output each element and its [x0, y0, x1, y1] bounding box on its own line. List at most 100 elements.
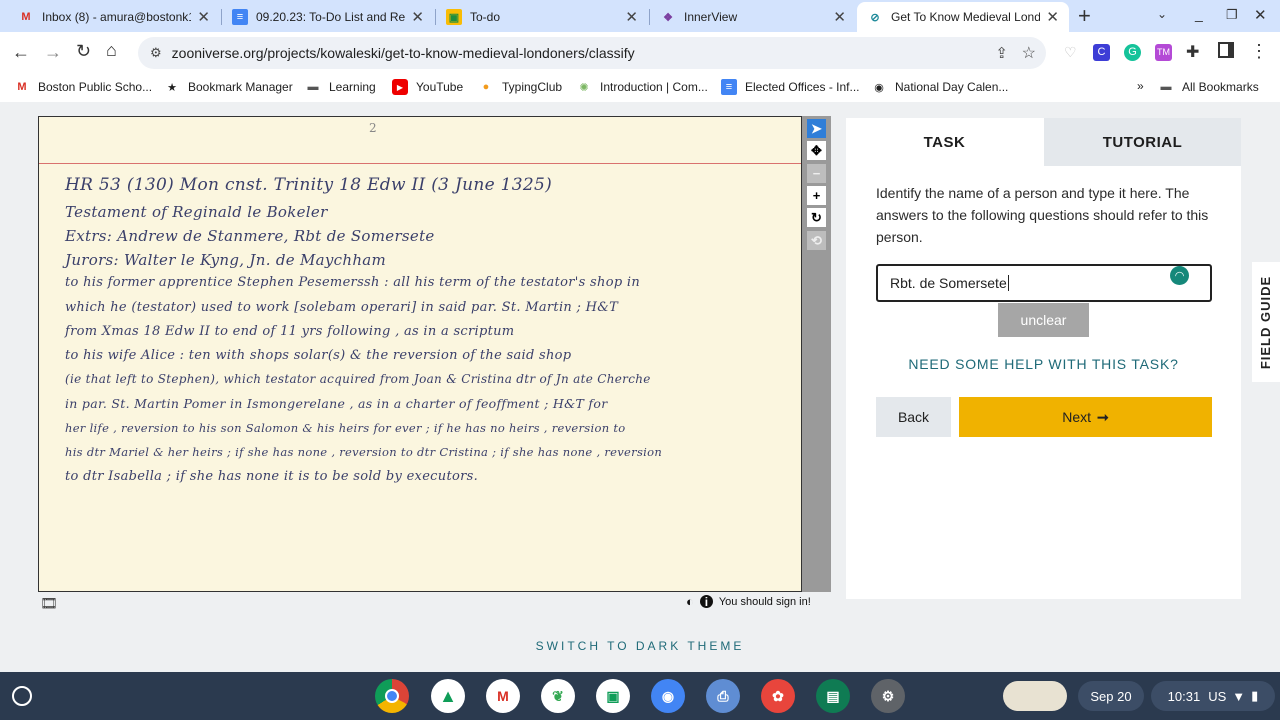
manuscript-image[interactable]: 2 HR 53 (130) Mon cnst. Trinity 18 Edw I…: [38, 116, 802, 592]
close-icon[interactable]: ✕: [197, 8, 210, 26]
bookmark-boston-public-schools[interactable]: M Boston Public Scho...: [14, 79, 152, 95]
extension-c-icon[interactable]: C: [1093, 44, 1110, 61]
drive-icon[interactable]: ▲: [431, 679, 465, 713]
tab-tutorial[interactable]: TUTORIAL: [1044, 118, 1241, 166]
menu-kebab-icon[interactable]: ⋮: [1250, 41, 1268, 62]
printer-icon[interactable]: ⎙: [706, 679, 740, 713]
gmail-app-icon[interactable]: M: [486, 679, 520, 713]
star-icon[interactable]: ☆: [1022, 43, 1036, 63]
help-link[interactable]: NEED SOME HELP WITH THIS TASK?: [876, 356, 1211, 372]
back-button[interactable]: Back: [876, 397, 951, 437]
chrome-icon[interactable]: [375, 679, 409, 713]
restore-icon[interactable]: ❐: [1226, 7, 1238, 23]
task-instruction: Identify the name of a person and type i…: [876, 185, 1209, 245]
canvas-paint-icon[interactable]: ✿: [761, 679, 795, 713]
more-bookmarks-icon[interactable]: »: [1137, 79, 1144, 93]
close-icon[interactable]: ✕: [1046, 8, 1059, 26]
manuscript-line: from Xmas 18 Edw II to end of 11 yrs fol…: [65, 324, 515, 339]
side-panel-icon[interactable]: [1218, 42, 1234, 58]
site-info-icon[interactable]: ⚙: [150, 45, 162, 61]
zooniverse-icon: ⊘: [870, 11, 880, 24]
battery-icon: ▮: [1251, 688, 1259, 703]
contrast-icon[interactable]: ◐: [686, 594, 694, 609]
manuscript-line: to his former apprentice Stephen Pesemer…: [65, 275, 641, 290]
typingclub-icon: ●: [482, 81, 490, 93]
gmail-icon: M: [17, 81, 27, 93]
manuscript-line: Jurors: Walter le Kyng, Jn. de Maychham: [65, 251, 387, 269]
manuscript-line: his dtr Mariel & her heirs ; if she has …: [65, 445, 663, 459]
manuscript-line: Extrs: Andrew de Stanmere, Rbt de Somers…: [65, 227, 435, 245]
manuscript-line: her life , reversion to his son Salomon …: [65, 421, 626, 435]
reload-icon[interactable]: ↻: [76, 41, 91, 62]
forms-icon[interactable]: ▤: [816, 679, 850, 713]
page-content: 2 HR 53 (130) Mon cnst. Trinity 18 Edw I…: [0, 102, 1280, 672]
tab-title: InnerView: [684, 10, 738, 24]
star-icon: ★: [167, 81, 177, 94]
shield-icon[interactable]: ♡: [1064, 44, 1077, 61]
minimize-icon[interactable]: _: [1195, 6, 1203, 22]
bookmark-national-day[interactable]: ◉ National Day Calen...: [871, 79, 1008, 95]
extensions-puzzle-icon[interactable]: ✚: [1186, 42, 1199, 62]
answer-input[interactable]: Rbt. de Somersete: [876, 264, 1212, 302]
classroom-icon: ▣: [446, 9, 462, 25]
status-area[interactable]: 10:31 US ▼ ▮: [1151, 681, 1275, 711]
pan-move-icon[interactable]: ✥: [807, 141, 826, 160]
tab-title: To-do: [470, 10, 501, 24]
tab-todo-list[interactable]: ≡ 09.20.23: To-Do List and Re ✕: [222, 2, 434, 32]
bookmark-learning[interactable]: ▬ Learning: [305, 79, 376, 95]
share-icon[interactable]: ⇪: [995, 44, 1008, 62]
bookmark-introduction[interactable]: ✺ Introduction | Com...: [576, 79, 707, 95]
holding-space-icon[interactable]: [1003, 681, 1067, 711]
zoom-out-icon[interactable]: −: [807, 164, 826, 183]
dark-theme-toggle[interactable]: SWITCH TO DARK THEME: [0, 639, 1280, 653]
home-icon[interactable]: ⌂: [106, 40, 117, 61]
close-icon[interactable]: ✕: [833, 8, 846, 26]
tab-medieval-londoners[interactable]: ⊘ Get To Know Medieval Lond ✕: [857, 2, 1069, 32]
date-pill[interactable]: Sep 20: [1078, 681, 1144, 711]
forward-arrow-icon[interactable]: →: [44, 42, 62, 63]
tab-task[interactable]: TASK: [846, 118, 1043, 166]
zoom-in-icon[interactable]: +: [807, 186, 826, 205]
back-arrow-icon[interactable]: ←: [12, 42, 30, 63]
close-icon[interactable]: ✕: [625, 8, 638, 26]
pointer-icon[interactable]: ➤: [807, 119, 826, 138]
folder-icon: ▬: [307, 81, 319, 93]
tab-inbox[interactable]: M Inbox (8) - amura@bostonk1 ✕: [8, 2, 220, 32]
tab-to-do[interactable]: ▣ To-do ✕: [436, 2, 648, 32]
rotate-icon[interactable]: ↻: [807, 208, 826, 227]
tab-innerview[interactable]: ❖ InnerView ✕: [650, 2, 856, 32]
launcher-icon[interactable]: [12, 686, 32, 706]
bookmark-typingclub[interactable]: ● TypingClub: [478, 79, 562, 95]
folder-icon: ▬: [1160, 81, 1172, 93]
window-close-icon[interactable]: ✕: [1254, 6, 1267, 24]
field-guide-tab[interactable]: FIELD GUIDE: [1252, 262, 1280, 382]
manuscript-line: to dtr Isabella ; if she has none it is …: [65, 469, 479, 484]
address-bar[interactable]: ⚙ zooniverse.org/projects/kowaleski/get-…: [138, 37, 1046, 69]
chromebook-app-icon[interactable]: ❦: [541, 679, 575, 713]
grammarly-icon[interactable]: G: [1124, 44, 1141, 61]
introduction-icon: ✺: [579, 81, 589, 94]
reset-icon[interactable]: ⟲: [807, 231, 826, 250]
tab-title: Get To Know Medieval Lond: [891, 10, 1041, 24]
bookmark-manager[interactable]: ★ Bookmark Manager: [164, 79, 293, 95]
extension-tm-icon[interactable]: TM: [1155, 44, 1172, 61]
bookmark-elected-offices[interactable]: ≡ Elected Offices - Inf...: [721, 79, 860, 95]
camera-icon[interactable]: ◉: [651, 679, 685, 713]
tab-search-chevron-icon[interactable]: ⌄: [1157, 7, 1167, 21]
unclear-button[interactable]: unclear: [998, 303, 1089, 337]
close-icon[interactable]: ✕: [411, 8, 424, 26]
bookmark-all-bookmarks[interactable]: ▬ All Bookmarks: [1158, 79, 1259, 95]
classroom-app-icon[interactable]: ▣: [596, 679, 630, 713]
bookmark-youtube[interactable]: ▶ YouTube: [392, 79, 463, 95]
grammarly-icon[interactable]: ◠: [1170, 266, 1189, 285]
arrow-right-icon: ➞: [1097, 408, 1109, 425]
next-button[interactable]: Next ➞: [959, 397, 1212, 437]
gmail-icon: M: [21, 11, 31, 23]
manuscript-line: in par. St. Martin Pomer in Ismongerelan…: [65, 396, 608, 411]
info-icon[interactable]: i: [699, 595, 713, 609]
filmstrip-icon[interactable]: 🎞: [40, 595, 58, 612]
url-text: zooniverse.org/projects/kowaleski/get-to…: [171, 45, 635, 61]
settings-gear-icon[interactable]: ⚙: [871, 679, 905, 713]
manuscript-line: to his wife Alice : ten with shops solar…: [65, 348, 572, 363]
new-tab-button[interactable]: +: [1078, 3, 1091, 29]
